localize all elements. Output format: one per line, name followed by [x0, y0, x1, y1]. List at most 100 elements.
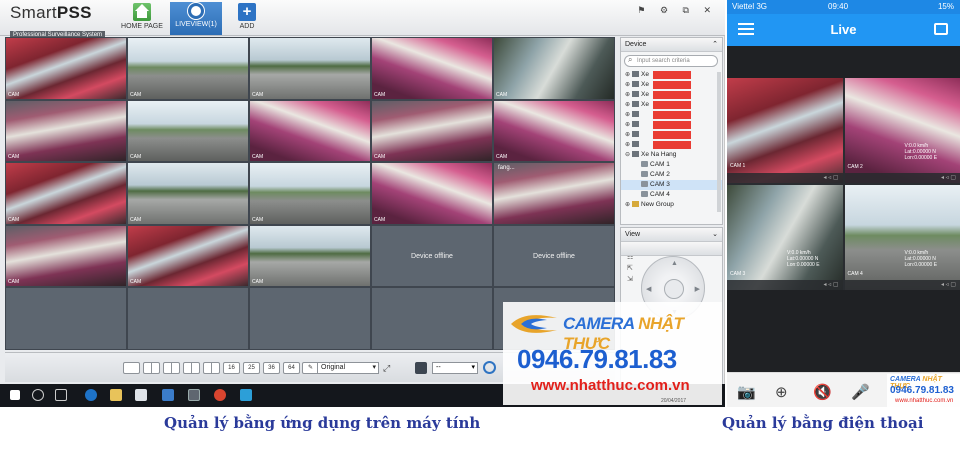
search-icon[interactable]: [32, 389, 44, 401]
fullscreen-icon[interactable]: ⤢: [383, 363, 390, 374]
camera-tile[interactable]: CAM: [6, 163, 126, 224]
stream-mode-select[interactable]: Original: [317, 362, 379, 374]
layout-36-button[interactable]: 36: [263, 362, 280, 374]
camera-tile[interactable]: CAM: [372, 38, 492, 99]
chrome-icon[interactable]: [214, 389, 226, 401]
camera-tile-empty[interactable]: [6, 288, 126, 349]
camera-tile-empty[interactable]: [128, 288, 248, 349]
view-panel-header[interactable]: View ⌄: [621, 228, 722, 242]
device-panel-header[interactable]: Device ⌃: [621, 38, 722, 52]
layout-64-button[interactable]: 64: [283, 362, 300, 374]
tile-label: CAM: [374, 154, 386, 161]
device-tree-item[interactable]: ⊕: [621, 130, 722, 140]
device-tree-item[interactable]: ⊕: [621, 120, 722, 130]
save-view-icon[interactable]: [415, 362, 427, 374]
phone-camera-tile[interactable]: CAM 1 ◂ ◃ ▢: [727, 78, 843, 183]
camera-icon: [641, 181, 648, 188]
layout-4-button[interactable]: [143, 362, 160, 374]
nav-home-page[interactable]: HOME PAGE: [118, 2, 166, 35]
file-explorer-icon[interactable]: [110, 389, 122, 401]
app-icon[interactable]: [240, 389, 252, 401]
phone-camera-tile[interactable]: V:0.0 km/h Lat:0.00000 N Lon:0.00000 E CAM…: [844, 185, 960, 290]
camera-tile[interactable]: CAM: [6, 225, 126, 287]
watermark-phone: 0946.79.81.83: [517, 344, 677, 374]
camera-tile[interactable]: CAM: [250, 163, 370, 224]
tile-label: CAM: [374, 216, 386, 223]
app-logo: SmartPSS Professional Surveillance Syste…: [10, 3, 106, 41]
camera-tile-empty[interactable]: [250, 288, 370, 349]
camera-tree-item[interactable]: CAM 2: [621, 170, 722, 180]
camera-tile-empty[interactable]: [372, 288, 492, 349]
refresh-icon[interactable]: [483, 361, 496, 374]
nav-add[interactable]: + ADD: [232, 2, 262, 35]
camera-tile[interactable]: CAM: [250, 100, 370, 162]
device-tree-item-open[interactable]: ⊖ Xe Na Hang: [621, 150, 722, 160]
camera-tile[interactable]: CAM: [128, 38, 248, 99]
view-select[interactable]: --: [432, 362, 478, 374]
phone-tile-controls[interactable]: ◂ ◃ ▢: [727, 173, 843, 183]
phone-camera-tile[interactable]: V:0.0 km/h Lat:0.00000 N Lon:0.00000 E CAM…: [844, 78, 960, 183]
device-tree-item[interactable]: ⊕ Xe: [621, 100, 722, 110]
ptz-right-icon[interactable]: ▶: [695, 285, 700, 293]
mute-icon[interactable]: 🔇: [813, 383, 832, 401]
device-scrollbar[interactable]: [717, 72, 721, 212]
camera-tile[interactable]: CAM: [6, 38, 126, 99]
ptz-up-icon[interactable]: ▲: [671, 260, 678, 267]
device-tree-item[interactable]: ⊕: [621, 110, 722, 120]
camera-icon[interactable]: 📷: [737, 383, 756, 401]
mic-icon[interactable]: 🎤: [851, 383, 870, 401]
battery-label: 15%: [937, 2, 954, 11]
device-tree-item[interactable]: ⊕ Xe: [621, 80, 722, 90]
app-icon[interactable]: [162, 389, 174, 401]
camera-tile[interactable]: CAM: [128, 225, 248, 287]
camera-tile-offline[interactable]: Device offline: [372, 225, 492, 287]
camera-tile[interactable]: CAM: [494, 38, 614, 99]
ptz-zoom-icon[interactable]: [664, 279, 684, 299]
edge-icon[interactable]: [85, 389, 97, 401]
phone-tile-controls[interactable]: ◂ ◃ ▢: [844, 280, 960, 290]
composite-image: SmartPSS Professional Surveillance Syste…: [0, 0, 960, 450]
phone-camera-tile[interactable]: V:0.0 km/h Lat:0.00000 N Lon:0.00000 E CAM…: [727, 185, 843, 290]
nav-liveview[interactable]: LIVEVIEW(1): [170, 2, 222, 35]
device-search-input[interactable]: Input search criteria: [624, 55, 718, 67]
task-view-icon[interactable]: [55, 389, 67, 401]
phone-tile-telemetry: V:0.0 km/h Lat:0.00000 N Lon:0.00000 E: [904, 250, 938, 268]
phone-camera-grid: CAM 1 ◂ ◃ ▢ V:0.0 km/h Lat:0.00000 N Lon:0…: [727, 78, 960, 290]
camera-icon: [188, 3, 204, 19]
app-header: SmartPSS Professional Surveillance Syste…: [0, 0, 725, 39]
layout-25-button[interactable]: 25: [243, 362, 260, 374]
window-controls[interactable]: ⚑ ⚙ ⧉ ✕: [637, 5, 717, 16]
device-tree-item[interactable]: ⊕: [621, 140, 722, 150]
layout-8-button[interactable]: [183, 362, 200, 374]
camera-tile[interactable]: CAM: [128, 163, 248, 224]
ptz-left-icon[interactable]: ◀: [646, 285, 651, 293]
ptz-side-controls[interactable]: ⚏ ⇱ ⇲: [627, 252, 633, 285]
settings-icon[interactable]: [934, 23, 948, 35]
camera-tile[interactable]: CAM: [372, 163, 492, 224]
layout-16-button[interactable]: 16: [223, 362, 240, 374]
camera-tree-item-selected[interactable]: CAM 3: [621, 180, 722, 190]
layout-9-button[interactable]: [203, 362, 220, 374]
ptz-icon[interactable]: ⊕: [775, 383, 788, 401]
camera-tile[interactable]: CAM: [6, 100, 126, 162]
camera-tile[interactable]: CAM: [372, 100, 492, 162]
camera-brand-logo: [511, 315, 557, 333]
camera-tile[interactable]: CAM: [128, 100, 248, 162]
camera-tile[interactable]: CAM: [250, 225, 370, 287]
camera-tile-offline[interactable]: Device offline: [494, 225, 614, 287]
layout-6-button[interactable]: [163, 362, 180, 374]
camera-tile[interactable]: CAM: [494, 100, 614, 162]
store-icon[interactable]: [135, 389, 147, 401]
camera-tile[interactable]: CAM: [250, 38, 370, 99]
camera-tree-item[interactable]: CAM 1: [621, 160, 722, 170]
phone-tile-controls[interactable]: ◂ ◃ ▢: [844, 173, 960, 183]
camera-tile-selected[interactable]: fang...: [494, 163, 614, 224]
device-tree-item[interactable]: ⊕ Xe: [621, 70, 722, 80]
smartpss-taskbar-icon[interactable]: [188, 389, 200, 401]
device-tree-item[interactable]: ⊕ Xe: [621, 90, 722, 100]
group-tree-item[interactable]: ⊕ New Group: [621, 200, 722, 210]
windows-start-icon[interactable]: [10, 390, 20, 400]
phone-tile-controls[interactable]: ◂ ◃ ▢: [727, 280, 843, 290]
layout-1-button[interactable]: [123, 362, 140, 374]
camera-tree-item[interactable]: CAM 4: [621, 190, 722, 200]
